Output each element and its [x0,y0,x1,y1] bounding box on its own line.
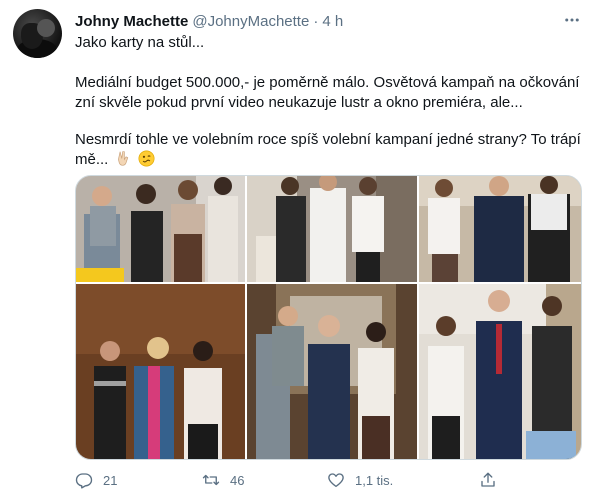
share-button[interactable] [479,470,497,490]
author-handle[interactable]: @JohnyMachette [192,13,309,30]
reply-count: 21 [103,472,118,488]
tweet-time[interactable]: 4 h [322,13,343,30]
photo-collage[interactable] [75,175,582,460]
tweet-text-last-line: mě... [75,150,585,170]
reply-icon [75,473,93,489]
like-icon [328,473,344,488]
like-button[interactable]: 1,1 tis. [327,470,393,490]
tweet-text-line: zní skvěle pokud první video neukazuje l… [75,94,523,111]
photo-bottom-middle[interactable] [247,284,417,460]
retweet-count: 46 [230,472,245,488]
photo-top-right[interactable] [419,176,582,282]
tweet[interactable]: Johny Machette @JohnyMachette · 4 h Jako… [0,0,594,496]
more-icon[interactable] [562,10,582,30]
avatar[interactable] [13,9,62,58]
photo-top-left[interactable] [76,176,245,282]
author-name[interactable]: Johny Machette [75,13,188,30]
reply-button[interactable]: 21 [75,470,117,490]
photo-top-middle[interactable] [247,176,417,282]
tweet-text-line: mě... [75,151,109,168]
woozy-face-emoji [138,150,155,167]
retweet-button[interactable]: 46 [202,470,244,490]
tweet-text-line: Nesmrdí tohle ve volebním roce spíš vole… [75,131,581,148]
share-icon [481,472,495,487]
victory-hand-emoji [117,151,128,166]
tweet-header: Johny Machette @JohnyMachette · 4 h [75,11,343,31]
retweet-icon [202,474,220,486]
photo-bottom-right[interactable] [419,284,582,460]
tweet-text-line: Jako karty na stůl... [75,34,205,51]
separator: · [313,12,319,30]
tweet-actions: 21 46 1,1 tis. [75,470,582,490]
photo-bottom-left[interactable] [76,284,245,460]
like-count: 1,1 tis. [355,472,394,488]
